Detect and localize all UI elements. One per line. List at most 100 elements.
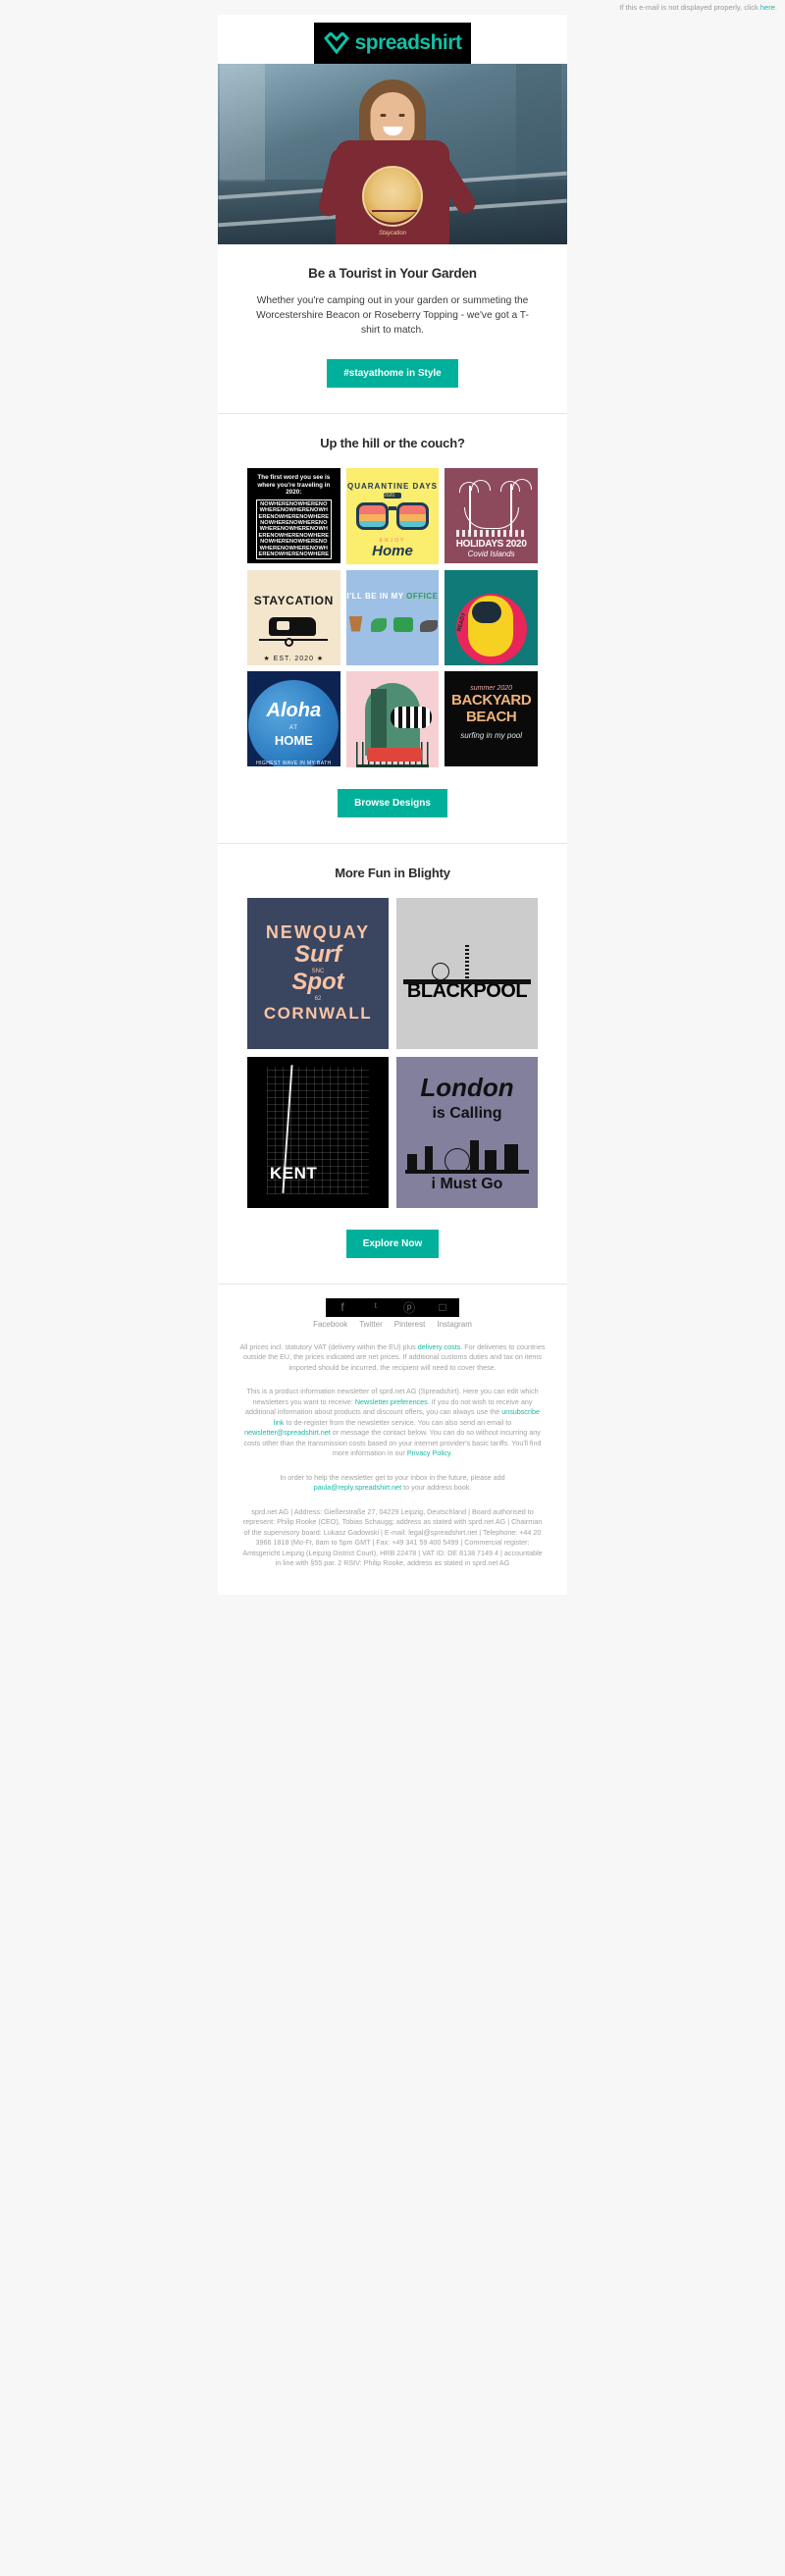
social-labels: Facebook Twitter Pinterest Instagram [239,1320,546,1329]
tile-line-2: is Calling [432,1104,502,1122]
logo-header: spreadshirt [218,15,567,64]
newsletter-email-link[interactable]: newsletter@spreadshirt.net [244,1428,331,1437]
legal-newsletter: This is a product information newsletter… [239,1373,546,1459]
palm-frond [470,480,491,491]
hero-model: Staycation [316,79,480,244]
skyline-base [403,979,531,985]
preheader-period: . [774,3,777,12]
intro-body: Whether you're camping out in your garde… [256,295,529,336]
email-container: spreadshirt Staycation Be a Tourist in Y… [218,15,567,1595]
stayathome-button[interactable]: #stayathome in Style [327,359,458,388]
inbox-text-b: to your address book. [401,1483,472,1493]
blighty-cta-row: Explore Now [245,1208,540,1284]
design-tile-backyard-beach[interactable]: summer 2020 BACKYARD BEACH surfing in my… [445,671,538,767]
caption-part-b: OFFICE [406,591,439,601]
ws-line: ERENOWHERENOWHERE [258,552,330,558]
delivery-costs-link[interactable]: delivery costs [418,1342,461,1351]
tile-home-text: Home [372,543,413,559]
blighty-section: More Fun in Blighty NEWQUAY Surf SNC Spo… [218,843,567,1284]
tile-caption: I'LL BE IN MY OFFICE [346,570,440,601]
blighty-grid: NEWQUAY Surf SNC Spot 62 CORNWALL BLACKP… [245,897,540,1208]
design-tile-ready-summer[interactable]: READY FOR SUMMER [445,569,538,665]
design-tile-staycation[interactable]: STAYCATION ★ EST. 2020 ★ [247,569,340,665]
browse-designs-button[interactable]: Browse Designs [338,788,447,817]
twitter-icon[interactable]: ᵗ [359,1298,392,1317]
tile-line-1: NEWQUAY [265,922,371,943]
explore-now-button[interactable]: Explore Now [345,1229,440,1258]
pinterest-icon[interactable]: ⓟ [392,1298,426,1317]
newsletter-preferences-link[interactable]: Newsletter preferences [355,1397,428,1406]
preheader-text: If this e-mail is not displayed properly… [619,3,760,12]
palm-scene [445,478,538,539]
designs-title: Up the hill or the couch? [320,436,465,450]
tile-word: STAYCATION [253,593,334,607]
social-row: f ᵗ ⓟ □ [239,1297,546,1317]
legal-imprint: sprd.net AG | Address: Gießerstraße 27, … [242,1506,543,1568]
instagram-icon[interactable]: □ [426,1298,459,1317]
footer: f ᵗ ⓟ □ Facebook Twitter Pinterest Insta… [218,1297,567,1595]
reply-address-link[interactable]: paula@reply.spreadshirt.net [314,1483,401,1492]
model-eye-left [380,114,387,117]
tile-line-3: HOME [274,733,313,748]
pinterest-link[interactable]: Pinterest [394,1320,426,1329]
model-tshirt: Staycation [336,140,449,244]
design-tile-holidays[interactable]: HOLIDAYS 2020 Covid Islands [445,468,538,564]
word-search-block: NOWHERENOWHERENO WHERENOWHERENOWH ERENOW… [256,499,332,560]
tile-line-1: Aloha [266,700,322,721]
blighty-tile-kent[interactable]: KENT [247,1056,389,1208]
instagram-link[interactable]: Instagram [437,1320,472,1329]
tshirt-sun-print [362,166,423,227]
watering-can-icon [393,616,414,632]
blackpool-tower-icon [465,945,469,985]
sunglasses-shade [471,601,501,623]
ws-line: WHERENOWHERENOWH [259,526,328,533]
facebook-link[interactable]: Facebook [313,1320,347,1329]
social-icon-bar: f ᵗ ⓟ □ [326,1297,459,1317]
wave-circle: Aloha AT HOME HIGHEST WAVE IN MY BATH [248,680,340,767]
balcony-door [364,683,432,762]
blighty-tile-newquay[interactable]: NEWQUAY Surf SNC Spot 62 CORNWALL [247,897,389,1049]
news-text-e: . [450,1448,453,1458]
designs-section: Up the hill or the couch? The first word… [218,414,567,843]
twitter-link[interactable]: Twitter [359,1320,383,1329]
tile-year-badge: 2020 [383,493,401,499]
intro-section: Be a Tourist in Your Garden Whether you'… [218,244,567,413]
design-tile-aloha[interactable]: Aloha AT HOME HIGHEST WAVE IN MY BATH [247,671,340,767]
design-tile-balcony[interactable]: STAYCATION 2020 [345,671,440,767]
hero-building-left [220,64,265,182]
lens-left [355,502,389,530]
lens-right [395,502,429,530]
sunglasses-icon [355,502,429,532]
blighty-tile-blackpool[interactable]: BLACKPOOL [396,897,538,1049]
email-page: If this e-mail is not displayed properly… [0,0,785,2576]
divider-3 [218,1283,567,1285]
tile-line-2: BACKYARD [451,692,532,709]
design-tile-nowhere[interactable]: The first word you see is where you're t… [247,468,340,564]
reading-man [390,707,432,728]
designs-cta-row: Browse Designs [245,767,540,843]
tile-heading: The first word you see is where you're t… [257,474,331,497]
ws-line: NOWHERENOWHERENO [260,539,328,546]
trowel-icon [420,619,439,632]
blackpool-skyline-icon [403,943,531,985]
hero-image[interactable]: Staycation [218,64,567,244]
tile-line-3: i Must Go [431,1175,503,1192]
tile-top-text: QUARANTINE DAYS [346,482,439,491]
legal-vat: All prices incl. statutory VAT (delivery… [239,1329,546,1374]
inbox-text-a: In order to help the newsletter get to y… [280,1472,505,1482]
pool-float-icon: READY FOR SUMMER [455,593,527,664]
caravan-window [277,620,290,630]
preheader-here-link[interactable]: here [760,3,775,12]
design-tile-quarantine[interactable]: QUARANTINE DAYS 2020 ENJOY Home [345,468,440,564]
facebook-icon[interactable]: f [326,1298,359,1317]
privacy-policy-link[interactable]: Privacy Policy [407,1448,450,1457]
blighty-tile-london[interactable]: London is Calling i Must Go [396,1056,538,1208]
legal-inbox: In order to help the newsletter get to y… [239,1459,546,1494]
lounge-chair [366,748,422,762]
tile-name: KENT [270,1164,318,1183]
ws-line: WHERENOWHERENOWH [259,507,328,514]
caravan-icon [259,616,329,647]
heart-icon [323,32,349,54]
design-tile-office[interactable]: I'LL BE IN MY OFFICE [345,569,440,665]
logo-lockup[interactable]: spreadshirt [314,23,471,64]
